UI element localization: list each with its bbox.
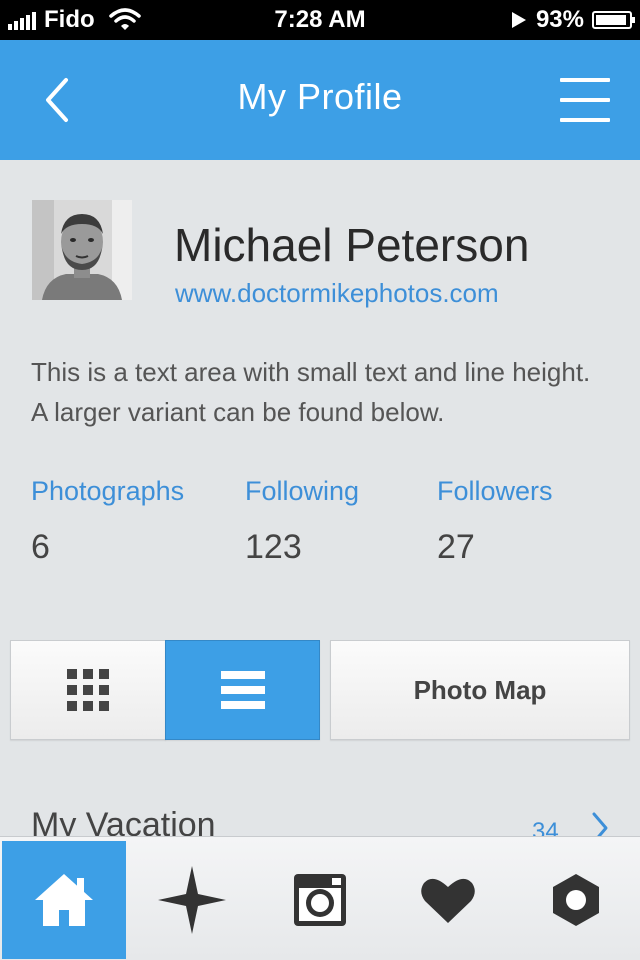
profile-bio: This is a text area with small text and … bbox=[31, 357, 591, 427]
stat-following-label[interactable]: Following bbox=[245, 476, 359, 507]
stat-followers-value: 27 bbox=[437, 528, 475, 566]
tab-favorites[interactable] bbox=[386, 841, 510, 959]
settings-hexagon-icon bbox=[553, 874, 599, 926]
status-bar: Fido 7:28 AM 93% bbox=[0, 0, 640, 40]
tab-bar bbox=[0, 836, 640, 960]
tab-settings[interactable] bbox=[514, 841, 638, 959]
stat-followers-label[interactable]: Followers bbox=[437, 476, 553, 507]
list-view-button[interactable] bbox=[165, 640, 320, 740]
list-icon bbox=[220, 671, 265, 709]
photo-map-button[interactable]: Photo Map bbox=[330, 640, 630, 740]
battery-percent: 93% bbox=[535, 6, 584, 33]
battery-icon bbox=[592, 11, 635, 29]
tab-camera[interactable] bbox=[258, 841, 382, 959]
profile-website-link[interactable]: www.doctormikephotos.com bbox=[175, 278, 499, 309]
tab-home[interactable] bbox=[2, 841, 126, 959]
grid-icon bbox=[67, 669, 109, 711]
page-title: My Profile bbox=[237, 76, 403, 117]
compass-star-icon bbox=[158, 866, 226, 934]
instagram-camera-icon bbox=[294, 874, 346, 926]
hamburger-menu-icon[interactable] bbox=[560, 78, 610, 122]
home-icon bbox=[35, 874, 93, 926]
grid-view-button[interactable] bbox=[10, 640, 166, 740]
avatar bbox=[32, 200, 132, 300]
stat-photographs-label[interactable]: Photographs bbox=[31, 476, 184, 507]
location-arrow-icon bbox=[511, 12, 526, 28]
tab-explore[interactable] bbox=[130, 841, 254, 959]
photo-map-label: Photo Map bbox=[413, 674, 547, 705]
profile-name: Michael Peterson bbox=[174, 219, 530, 271]
heart-icon bbox=[421, 878, 475, 923]
nav-bar: My Profile bbox=[0, 40, 640, 160]
stat-photographs-value: 6 bbox=[31, 528, 50, 566]
stat-following-value: 123 bbox=[245, 528, 302, 566]
